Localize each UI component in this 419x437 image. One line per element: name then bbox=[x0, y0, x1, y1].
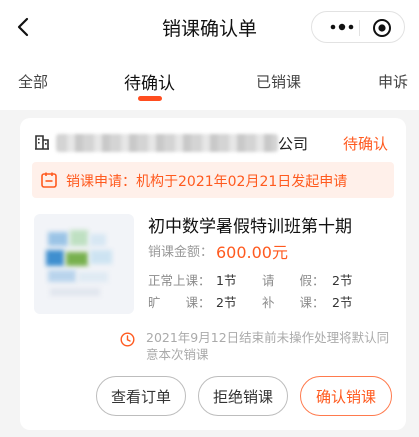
more-dots-icon[interactable] bbox=[330, 21, 354, 33]
confirm-button[interactable]: 确认销课 bbox=[300, 376, 392, 416]
normal-class-value: 1节 bbox=[216, 273, 237, 288]
course-title: 初中数学暑假特训班第十期 bbox=[148, 217, 352, 237]
normal-class-label: 正常上课： bbox=[148, 273, 211, 288]
calendar-icon bbox=[41, 172, 57, 188]
amount-label: 销课金额： bbox=[148, 245, 214, 260]
amount-value: 600.00元 bbox=[216, 243, 288, 262]
building-icon bbox=[35, 135, 49, 150]
close-target-icon[interactable] bbox=[372, 18, 392, 38]
makeup-value: 2节 bbox=[332, 295, 353, 310]
tab-all[interactable]: 全部 bbox=[18, 71, 48, 92]
tab-appeal[interactable]: 申诉 bbox=[378, 71, 408, 92]
reject-button[interactable]: 拒绝销课 bbox=[198, 376, 288, 416]
auto-confirm-deadline: 2021年9月12日结束前未操作处理将默认同意本次销课 bbox=[146, 330, 390, 362]
status-tabs: 全部 待确认 已销课 申诉 bbox=[0, 54, 419, 110]
view-order-button[interactable]: 查看订单 bbox=[96, 376, 186, 416]
order-card: 公司 待确认 销课申请：机构于2021年02月21日发起申请 初中数学暑假特训班… bbox=[20, 118, 406, 430]
application-notice: 销课申请：机构于2021年02月21日发起申请 bbox=[32, 162, 394, 198]
absent-label: 旷 课： bbox=[148, 295, 211, 310]
capsule-divider bbox=[359, 20, 360, 36]
top-nav-bar: 销课确认单 bbox=[0, 0, 419, 54]
order-status: 待确认 bbox=[342, 135, 388, 153]
absent-value: 2节 bbox=[216, 295, 237, 310]
course-thumbnail bbox=[34, 214, 134, 314]
notice-text: 销课申请：机构于2021年02月21日发起申请 bbox=[66, 174, 348, 190]
active-tab-indicator bbox=[138, 96, 162, 101]
blurred-org-name bbox=[56, 134, 278, 152]
leave-value: 2节 bbox=[332, 273, 353, 288]
tab-pending[interactable]: 待确认 bbox=[124, 69, 175, 94]
leave-label: 请 假： bbox=[262, 273, 325, 288]
org-name-suffix: 公司 bbox=[278, 135, 309, 153]
clock-icon bbox=[120, 332, 135, 347]
makeup-label: 补 课： bbox=[262, 295, 325, 310]
mini-program-capsule bbox=[311, 11, 405, 43]
tab-completed[interactable]: 已销课 bbox=[256, 71, 301, 92]
